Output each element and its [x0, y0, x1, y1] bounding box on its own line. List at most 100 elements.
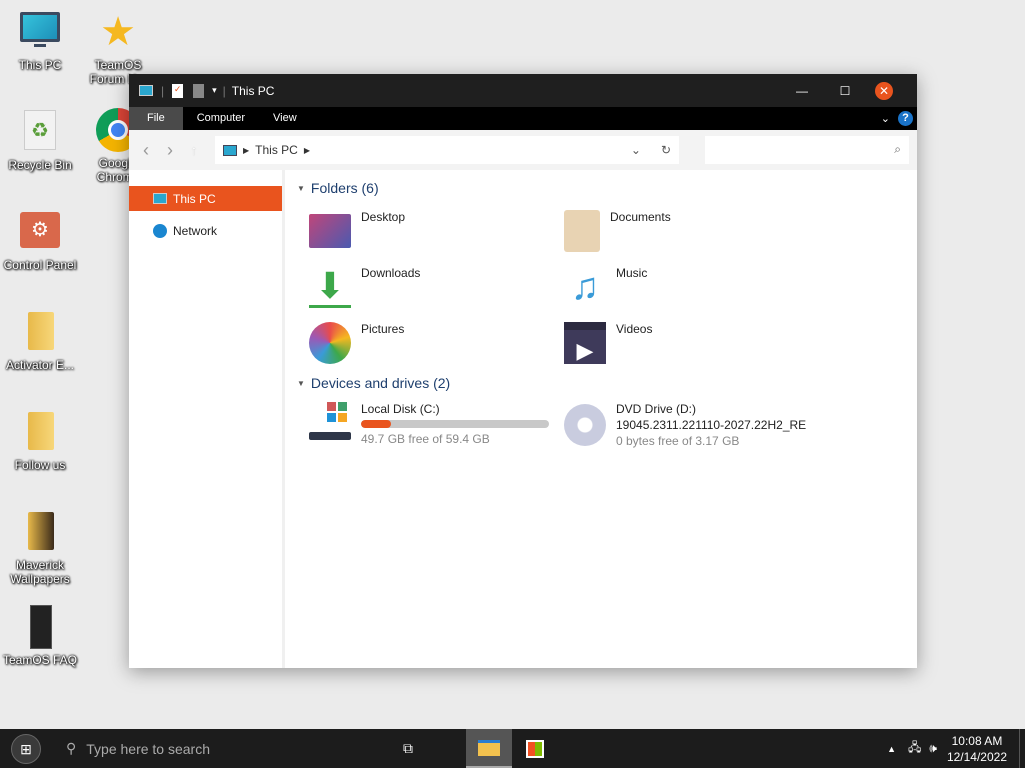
label: Recycle Bin [8, 158, 72, 172]
document-icon [18, 605, 62, 649]
drive-usage-fill [361, 420, 392, 428]
label: Desktop [361, 210, 406, 224]
show-desktop-button[interactable] [1019, 729, 1025, 768]
time: 10:08 AM [951, 733, 1003, 748]
address-bar-row: ‹ › ↑ ▶ This PC ▶ ⌄ ↻ ⌕ [129, 130, 917, 170]
new-folder-icon[interactable] [193, 83, 205, 98]
history-dropdown-icon[interactable]: ⌄ [631, 143, 641, 157]
collapse-icon: ▼ [297, 183, 305, 193]
file-explorer-window: | ✓ ▾ | This PC — ☐ ✕ File Computer View… [129, 74, 917, 668]
sidebar-item-network[interactable]: Network [129, 218, 282, 243]
folder-icon [18, 510, 62, 554]
label: This PC [18, 58, 62, 72]
label: Music [616, 266, 648, 280]
task-view-button[interactable]: ⧉ [388, 740, 428, 757]
label: Network [173, 223, 218, 238]
label: Downloads [361, 266, 421, 280]
folders-group-header[interactable]: ▼ Folders (6) [289, 176, 379, 200]
drive-d[interactable]: DVD Drive (D:) 19045.2311.221110-2027.22… [564, 402, 806, 448]
taskbar-file-explorer[interactable] [466, 729, 512, 768]
taskbar-store[interactable] [512, 739, 558, 758]
drive-usage-bar [361, 420, 549, 428]
monitor-icon [18, 10, 62, 54]
label: Activator E... [5, 358, 75, 372]
label: Control Panel [3, 258, 77, 272]
dvd-icon [564, 404, 606, 446]
search-icon: ⌕ [894, 142, 901, 156]
folder-videos[interactable]: ▶ Videos [564, 322, 652, 364]
tab-view[interactable]: View [259, 107, 311, 130]
help-icon[interactable]: ? [898, 111, 913, 126]
folder-downloads[interactable]: ⬇ Downloads [309, 266, 420, 308]
folder-desktop[interactable]: Desktop [309, 210, 405, 248]
drive-c[interactable]: Local Disk (C:) 49.7 GB free of 59.4 GB [309, 402, 549, 446]
this-pc-icon [153, 193, 167, 204]
drive-free-space: 0 bytes free of 3.17 GB [616, 434, 740, 448]
folder-pictures[interactable]: Pictures [309, 322, 404, 364]
desktop-icon-activator[interactable]: Activator E... [0, 310, 80, 372]
collapse-icon: ▼ [297, 378, 305, 388]
search-input[interactable]: ⌕ [705, 136, 909, 164]
drive-name: Local Disk (C:) [361, 402, 440, 416]
close-button[interactable]: ✕ [875, 81, 893, 100]
up-button[interactable]: ↑ [185, 142, 203, 158]
label: Videos [616, 322, 653, 336]
this-pc-icon [139, 85, 153, 96]
clock[interactable]: 10:08 AM 12/14/2022 [947, 733, 1007, 765]
navigation-pane: This PC Network [129, 170, 285, 668]
search-icon: ⚲ [66, 740, 77, 756]
refresh-icon[interactable]: ↻ [661, 143, 671, 157]
content-pane: ▼ Folders (6) Desktop Documents ⬇ Download… [289, 170, 917, 668]
minimize-button[interactable]: — [779, 84, 825, 98]
back-button[interactable]: ‹ [137, 140, 155, 161]
search-box[interactable]: ⚲ Type here to search [52, 729, 382, 768]
desktop-icon-follow-us[interactable]: Follow us [0, 410, 80, 472]
label: This PC [173, 191, 216, 206]
network-icon [153, 223, 167, 238]
label: Follow us [14, 458, 66, 472]
folder-icon [18, 310, 62, 354]
quick-access-dropdown-icon[interactable]: ▾ [212, 85, 217, 96]
folder-music[interactable]: ♫ Music [564, 266, 648, 308]
videos-icon: ▶ [564, 322, 606, 364]
label: Documents [610, 210, 671, 224]
desktop-icon-control-panel[interactable]: ⚙ Control Panel [0, 210, 80, 272]
folder-documents[interactable]: Documents [564, 210, 671, 252]
drives-group-header[interactable]: ▼ Devices and drives (2) [289, 371, 450, 395]
window-title: This PC [231, 83, 275, 98]
ribbon-tabs: File Computer View ⌄ ? [129, 107, 917, 130]
expand-ribbon-icon[interactable]: ⌄ [881, 112, 890, 125]
tab-file[interactable]: File [129, 107, 183, 130]
label: Devices and drives (2) [310, 375, 451, 391]
folder-icon [18, 410, 62, 454]
title-bar[interactable]: | ✓ ▾ | This PC — ☐ ✕ [129, 74, 917, 107]
windows-drive-icon [309, 402, 351, 444]
volume-icon[interactable]: 🕪 [929, 741, 937, 756]
properties-icon[interactable]: ✓ [172, 83, 184, 98]
desktop-icon-this-pc[interactable]: This PC [0, 10, 80, 72]
tab-computer[interactable]: Computer [183, 107, 259, 130]
show-hidden-icons[interactable]: ▲ [887, 744, 896, 754]
desktop-icon-teamos-faq[interactable]: TeamOS FAQ [0, 605, 80, 667]
address-bar[interactable]: ▶ This PC ▶ ⌄ ↻ [215, 136, 679, 164]
music-icon: ♫ [570, 266, 600, 308]
network-icon[interactable]: 🖧 [908, 738, 921, 759]
sidebar-item-this-pc[interactable]: This PC [129, 186, 282, 211]
start-button[interactable]: ⊞ [0, 729, 52, 768]
folder-icon [478, 739, 500, 756]
pictures-icon [309, 322, 351, 364]
download-icon: ⬇ [309, 266, 351, 308]
desktop-icon-maverick-wallpapers[interactable]: Maverick Wallpapers [0, 510, 80, 586]
label: TeamOS FAQ [2, 653, 78, 667]
chevron-right-icon: ▶ [243, 145, 250, 155]
forward-button[interactable]: › [161, 140, 179, 161]
label: Folders (6) [310, 180, 379, 196]
store-icon [526, 739, 544, 758]
drive-free-space: 49.7 GB free of 59.4 GB [361, 432, 490, 446]
address-path: This PC [255, 143, 298, 157]
star-icon: ★ [100, 10, 136, 54]
label: Maverick Wallpapers [10, 558, 70, 586]
desktop-icon-recycle-bin[interactable]: ♻ Recycle Bin [0, 110, 80, 172]
desktop-folder-icon [309, 214, 351, 248]
maximize-button[interactable]: ☐ [825, 84, 865, 98]
